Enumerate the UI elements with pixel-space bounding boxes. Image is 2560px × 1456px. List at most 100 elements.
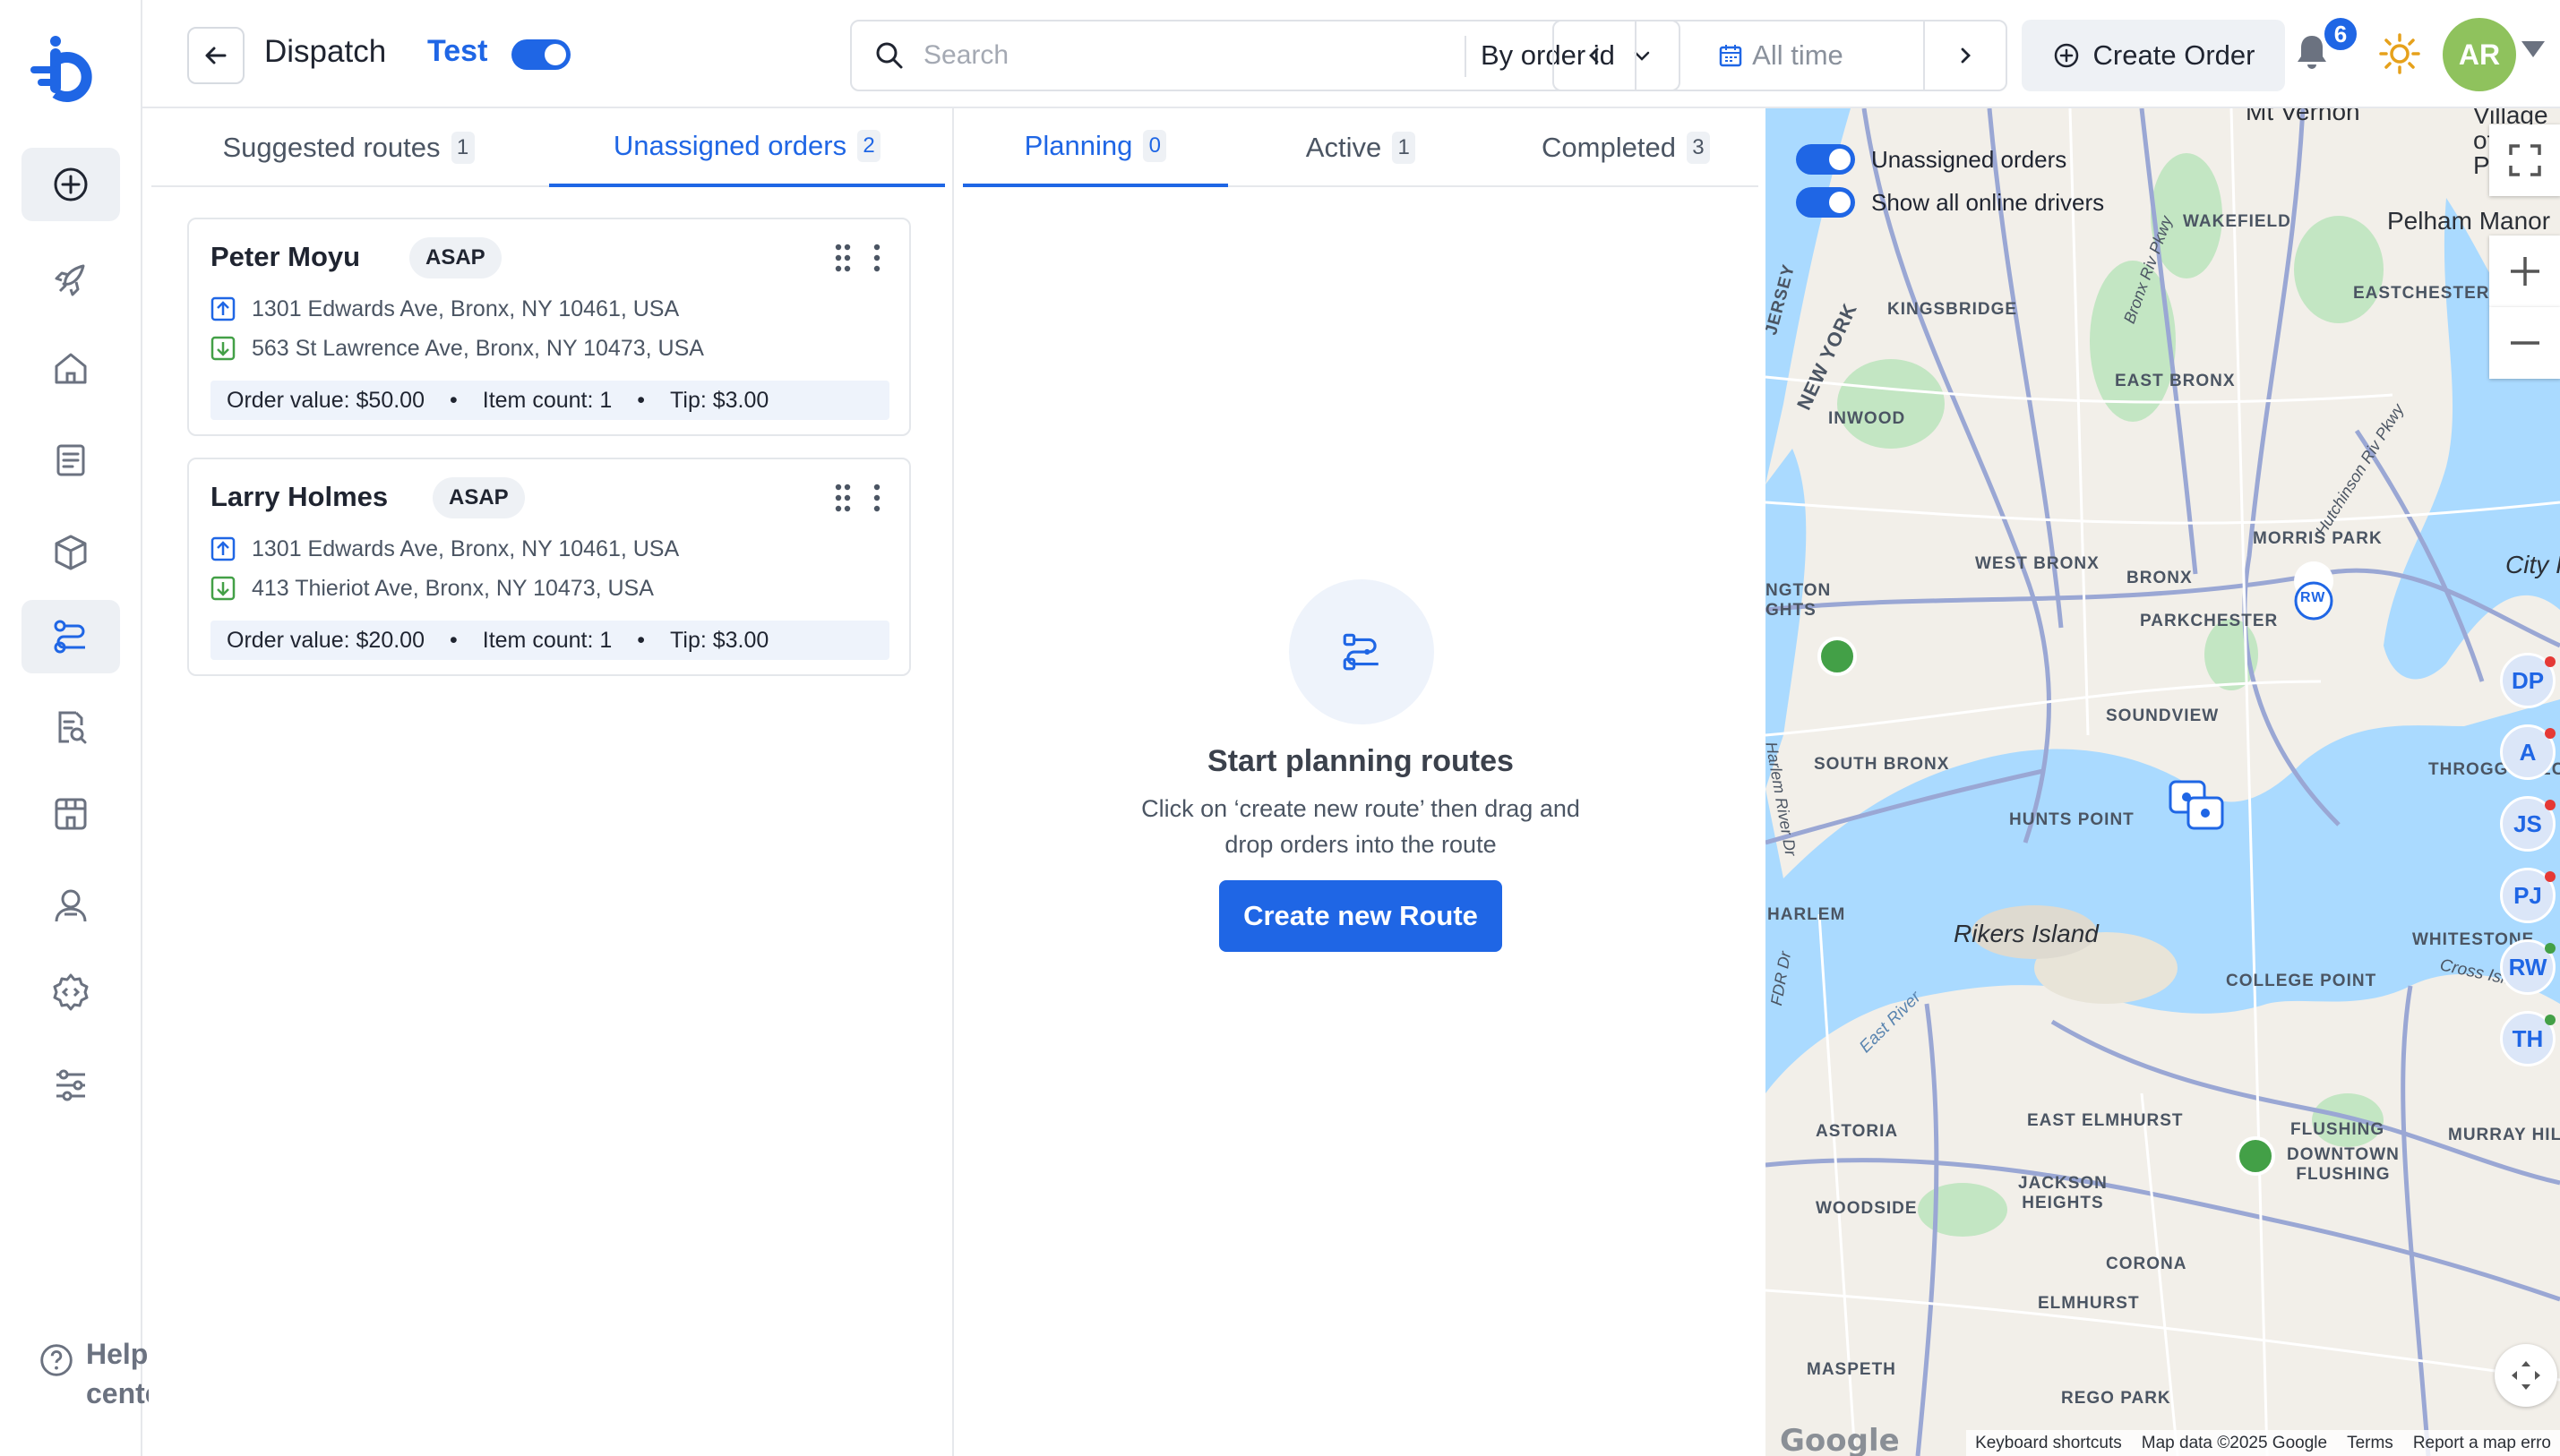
drag-handle-icon[interactable]: [834, 243, 852, 273]
drag-handle-icon[interactable]: [834, 483, 852, 513]
sidebar-item-stores[interactable]: [21, 777, 120, 851]
map-place-label: MURRAY HILL: [2448, 1126, 2560, 1144]
more-options-icon[interactable]: [872, 243, 882, 273]
tab-label: Unassigned orders: [613, 130, 847, 161]
pan-arrows-icon: [2512, 1361, 2540, 1390]
map-place-label: Rikers Island: [1954, 920, 2099, 947]
map-toggle-online-drivers[interactable]: Show all online drivers: [1796, 187, 2104, 218]
sidebar-item-settings[interactable]: [21, 1049, 120, 1122]
map-place-label: WEST BRONX: [1975, 554, 2100, 573]
driver-status-dot: [2545, 871, 2556, 882]
empty-state-title: Start planning routes: [1207, 744, 1514, 778]
route-icon: [54, 620, 85, 654]
pickup-address-text: 1301 Edwards Ave, Bronx, NY 10461, USA: [252, 535, 680, 561]
item-count: Item count: 1: [482, 627, 613, 653]
keyboard-shortcuts-link[interactable]: Keyboard shortcuts: [1975, 1434, 2122, 1453]
map-place-label: INWOOD: [1828, 409, 1906, 428]
google-logo: Google: [1780, 1423, 1900, 1456]
terms-link[interactable]: Terms: [2347, 1434, 2393, 1453]
pan-control[interactable]: [2495, 1344, 2557, 1407]
gear-code-icon: [53, 973, 89, 1011]
sidebar-item-products[interactable]: [21, 516, 120, 589]
map-place-label: Pelham Manor: [2387, 207, 2551, 235]
sidebar-item-orders[interactable]: [21, 424, 120, 497]
report-search-icon: [58, 711, 87, 744]
zoom-out-button[interactable]: [2489, 307, 2560, 379]
date-prev-button[interactable]: [1554, 21, 1637, 90]
tab-unassigned-orders[interactable]: Unassigned orders 2: [549, 108, 945, 187]
home-icon: [55, 353, 87, 384]
pickup-address: 1301 Edwards Ave, Bronx, NY 10461, USA: [210, 293, 679, 325]
back-button[interactable]: [187, 27, 245, 84]
item-count: Item count: 1: [482, 387, 613, 413]
driver-initials: A: [2519, 738, 2537, 766]
theme-toggle[interactable]: [2378, 32, 2421, 80]
create-new-route-button[interactable]: Create new Route: [1219, 880, 1502, 952]
sidebar-item-reports[interactable]: [21, 690, 120, 764]
dropoff-address: 413 Thieriot Ave, Bronx, NY 10473, USA: [210, 572, 654, 604]
page-title: Dispatch: [264, 34, 387, 69]
test-mode-toggle[interactable]: [511, 39, 571, 70]
customer-name: Larry Holmes: [210, 481, 389, 512]
separator-dot: •: [449, 387, 458, 413]
map-place-label: FLUSHING: [2290, 1120, 2385, 1139]
tab-count: 1: [451, 132, 475, 164]
order-card[interactable]: Peter Moyu ASAP 1301 Edwards Ave, Bronx,…: [187, 218, 911, 436]
tab-active[interactable]: Active 1: [1228, 108, 1493, 187]
arrow-left-icon: [205, 47, 227, 64]
dropoff-arrow-down-icon: [210, 576, 236, 601]
pickup-arrow-up-icon: [210, 296, 236, 321]
sidebar-item-dispatch[interactable]: [21, 600, 120, 673]
tab-planning[interactable]: Planning 0: [963, 108, 1228, 187]
tab-suggested-routes[interactable]: Suggested routes 1: [151, 108, 546, 187]
date-next-button[interactable]: [1923, 21, 2006, 90]
create-order-button[interactable]: Create Order: [2022, 20, 2285, 91]
more-options-icon[interactable]: [872, 483, 882, 513]
route-tabs: Planning 0 Active 1 Completed 3: [963, 108, 1758, 187]
help-center-link[interactable]: Help center: [36, 1334, 149, 1413]
map-place-label: EAST BRONX: [2115, 372, 2236, 390]
toggle-switch[interactable]: [1796, 187, 1855, 218]
map-view[interactable]: RW Mt Vernon Village of Pelham Pelham Ma…: [1765, 108, 2560, 1456]
sidebar-item-drivers[interactable]: [21, 869, 120, 942]
driver-initials: TH: [2512, 1024, 2544, 1052]
pickup-arrow-up-icon: [210, 536, 236, 561]
orders-panel: Suggested routes 1 Unassigned orders 2 P…: [142, 108, 954, 1456]
sidebar-item-getting-started[interactable]: [21, 244, 120, 317]
driver-initials: JS: [2513, 809, 2542, 837]
plus-circle-icon: [54, 167, 88, 201]
map-place-label: NGTON GHTS: [1765, 581, 1832, 620]
date-range-select[interactable]: All time: [1637, 21, 1925, 90]
tip-amount: Tip: $3.00: [670, 387, 769, 413]
tab-label: Suggested routes: [222, 132, 441, 163]
map-data-text: Map data ©2025 Google: [2141, 1433, 2328, 1452]
sidebar-item-home[interactable]: [21, 331, 120, 405]
driver-status-dot: [2545, 1015, 2556, 1025]
report-map-error-link[interactable]: Report a map erro: [2413, 1434, 2551, 1453]
order-card[interactable]: Larry Holmes ASAP 1301 Edwards Ave, Bron…: [187, 458, 911, 676]
chevron-right-icon: [1961, 47, 1971, 64]
sidebar-item-create[interactable]: [21, 148, 120, 221]
store-icon: [55, 798, 87, 830]
zoom-in-button[interactable]: [2489, 236, 2560, 307]
user-avatar[interactable]: AR: [2443, 18, 2516, 91]
box-icon: [55, 535, 87, 570]
map-place-label: JACKSON HEIGHTS: [2018, 1174, 2108, 1212]
map-toggle-unassigned-orders[interactable]: Unassigned orders: [1796, 144, 2066, 175]
route-plan-icon: [1343, 633, 1379, 671]
account-menu-caret-icon[interactable]: [2521, 41, 2545, 57]
app-logo[interactable]: [29, 34, 104, 106]
empty-state-description: Click on ‘create new route’ then drag an…: [1141, 795, 1580, 858]
map-place-label: HUNTS POINT: [2009, 810, 2135, 829]
fullscreen-button[interactable]: [2489, 124, 2560, 196]
search-input[interactable]: [923, 34, 1318, 77]
toggle-switch[interactable]: [1796, 144, 1855, 175]
map-place-label: EASTCHESTER: [2353, 284, 2490, 303]
map-place-label: City I: [2505, 551, 2560, 578]
tab-completed[interactable]: Completed 3: [1493, 108, 1758, 187]
sidebar-item-developer[interactable]: [21, 955, 120, 1029]
separator-dot: •: [637, 387, 646, 413]
search-divider: [1465, 36, 1466, 77]
driver-status-dot: [2545, 656, 2556, 667]
top-header: Dispatch Test By order id All time Creat…: [142, 0, 2560, 108]
